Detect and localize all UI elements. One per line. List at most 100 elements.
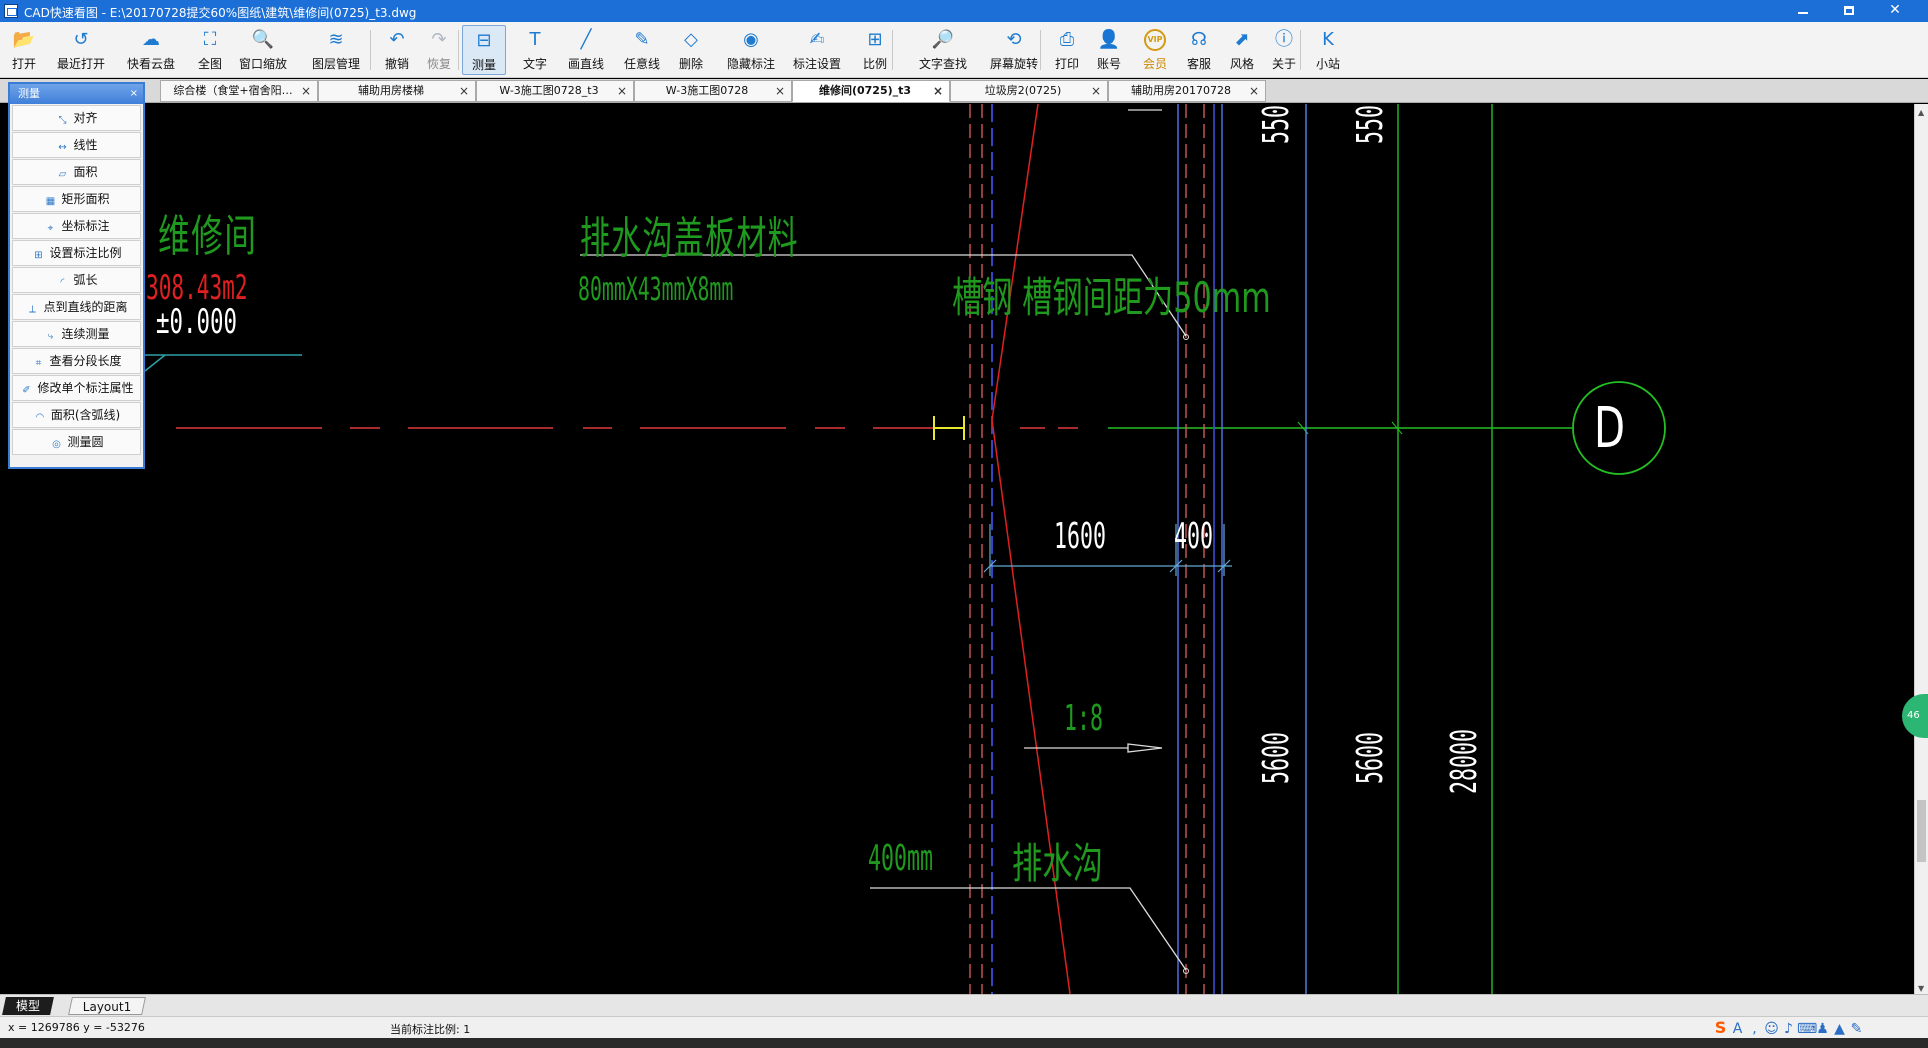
freehand-icon: ✎ [634, 29, 650, 50]
toolbar-button-5[interactable]: ≋ 图层管理 [300, 25, 372, 75]
measure-tool-edit-annotation[interactable]: ✐ 修改单个标注属性 [12, 375, 141, 401]
app-icon [4, 4, 18, 18]
measure-tool-set-scale[interactable]: ⊞ 设置标注比例 [12, 240, 141, 266]
toolbar-button-9[interactable]: T 文字 [512, 25, 558, 75]
ime-font-icon[interactable]: A [1729, 1018, 1746, 1040]
measure-tool-measure-circle[interactable]: ◎ 测量圆 [12, 429, 141, 455]
measure-panel: 测量 × ⤡ 对齐 ↔ 线性 ▱ 面积 ▦ 矩形面积 ⌖ 坐标标注 ⊞ 设置标注比例 ◜ 弧长 ⟂ 点到直线的… [8, 82, 145, 469]
document-tab[interactable]: W-3施工图0728 × [634, 80, 792, 102]
tab-close-icon[interactable]: × [301, 81, 311, 101]
document-tab-label: W-3施工图0728 [665, 84, 749, 97]
document-tab[interactable]: 辅助用房20170728 × [1108, 80, 1266, 102]
toolbar-button-24[interactable]: K 小站 [1306, 25, 1350, 75]
toolbar-button-8[interactable]: ⊟ 测量 [462, 25, 506, 75]
toolbar-button-10[interactable]: ╱ 画直线 [560, 25, 612, 75]
document-tab[interactable]: 垃圾房2(0725) × [950, 80, 1108, 102]
vertical-scrollbar[interactable]: ▲ ▼ [1914, 104, 1928, 994]
eraser-icon: ◇ [684, 29, 698, 50]
continuous-measure-icon: ⤷ [47, 331, 54, 342]
toolbar-button-22[interactable]: ⬈ 风格 [1220, 25, 1264, 75]
tab-close-icon[interactable]: × [1249, 81, 1259, 101]
tab-close-icon[interactable]: × [933, 81, 943, 101]
toolbar-button-label: 账号 [1096, 57, 1121, 71]
measure-tool-arc-length[interactable]: ◜ 弧长 [12, 267, 141, 293]
dim-5600-a-text: 5600 [1256, 731, 1297, 784]
dim-1600-text: 1600 [1054, 516, 1107, 557]
tab-close-icon[interactable]: × [1091, 81, 1101, 101]
toolbar-button-1[interactable]: ↺ 最近打开 [48, 25, 114, 75]
scroll-thumb[interactable] [1917, 800, 1926, 862]
scroll-down-icon[interactable]: ▼ [1918, 984, 1924, 993]
measure-tool-rect-area[interactable]: ▦ 矩形面积 [12, 186, 141, 212]
toolbar-button-16[interactable]: 🔎 文字查找 [904, 25, 982, 75]
ime-tools-icon[interactable]: ✎ [1848, 1018, 1865, 1040]
toolbar-button-label: 快看云盘 [126, 57, 175, 71]
tab-close-icon[interactable]: × [459, 81, 469, 101]
cursor-coordinates: x = 1269786 y = -53276 [8, 1021, 145, 1034]
scroll-up-icon[interactable]: ▲ [1918, 108, 1924, 117]
measure-tool-area-measure[interactable]: ▱ 面积 [12, 159, 141, 185]
tab-close-icon[interactable]: × [775, 81, 785, 101]
tab-model-label: 模型 [16, 999, 41, 1013]
document-tab[interactable]: 辅助用房楼梯 × [318, 80, 476, 102]
toolbar-button-3[interactable]: ⛶ 全图 [188, 25, 232, 75]
toolbar-button-0[interactable]: 📂 打开 [2, 25, 46, 75]
measure-tool-arc-area[interactable]: ◠ 面积(含弧线) [12, 402, 141, 428]
measure-panel-close-button[interactable]: × [130, 84, 138, 104]
coordinate-icon: ⌖ [47, 223, 54, 234]
toolbar-button-21[interactable]: ☊ 客服 [1176, 25, 1222, 75]
document-tab-label: 维修间(0725)_t3 [818, 84, 912, 97]
ime-voice-icon[interactable]: ♪ [1780, 1018, 1797, 1040]
ime-logo-icon[interactable]: S [1712, 1017, 1729, 1039]
linear-measure-icon: ↔ [58, 142, 67, 153]
toolbar-button-label: 风格 [1229, 57, 1254, 71]
cover-size-text: 80mmX43mmX8mm [578, 270, 734, 308]
measure-tool-align-measure[interactable]: ⤡ 对齐 [12, 105, 141, 131]
toolbar-button-13[interactable]: ◉ 隐藏标注 [718, 25, 784, 75]
ime-punct-icon[interactable]: , [1746, 1018, 1763, 1040]
print-icon: ⎙ [1059, 29, 1075, 50]
measure-tool-point-line-distance[interactable]: ⟂ 点到直线的距离 [12, 294, 141, 320]
measure-tool-segment-length[interactable]: ⌗ 查看分段长度 [12, 348, 141, 374]
measure-panel-header: 测量 × [10, 84, 143, 104]
axis-label-d: D [1594, 396, 1626, 461]
toolbar-button-18[interactable]: ⎙ 打印 [1046, 25, 1088, 75]
ime-user-icon[interactable]: ♟ [1814, 1018, 1831, 1040]
maximize-icon [1844, 6, 1854, 15]
measure-tool-coordinate[interactable]: ⌖ 坐标标注 [12, 213, 141, 239]
minimize-button[interactable] [1780, 0, 1826, 22]
document-tab[interactable]: 综合楼（食堂+宿舍阳… × [160, 80, 318, 102]
toolbar-button-label: 文字查找 [918, 57, 967, 71]
area-measure-icon: ▱ [58, 169, 67, 180]
measure-tool-continuous-measure[interactable]: ⤷ 连续测量 [12, 321, 141, 347]
measure-tool-label: 弧长 [73, 273, 98, 287]
ime-shirt-icon[interactable]: ▲ [1831, 1018, 1848, 1040]
toolbar-button-19[interactable]: 👤 账号 [1086, 25, 1132, 75]
toolbar-button-14[interactable]: ✍ 标注设置 [786, 25, 848, 75]
toolbar-button-11[interactable]: ✎ 任意线 [616, 25, 668, 75]
tab-close-icon[interactable]: × [617, 81, 627, 101]
toolbar-button-4[interactable]: 🔍 窗口缩放 [232, 25, 294, 75]
document-tab[interactable]: 维修间(0725)_t3 × [792, 80, 950, 102]
measure-tool-label: 查看分段长度 [49, 354, 122, 368]
toolbar-button-6[interactable]: ↶ 撤销 [378, 25, 416, 75]
toolbar-button-20[interactable]: VIP 会员 [1132, 25, 1178, 75]
measure-tool-linear-measure[interactable]: ↔ 线性 [12, 132, 141, 158]
elevation-leader [144, 354, 166, 372]
ime-emoji-icon[interactable]: ☺ [1763, 1018, 1780, 1040]
headset-icon: ☊ [1191, 29, 1207, 50]
toolbar-button-2[interactable]: ☁ 快看云盘 [118, 25, 184, 75]
main-toolbar: 📂 打开 ↺ 最近打开 ☁ 快看云盘 ⛶ 全图 🔍 窗口缩放 ≋ 图层管理 ↶ 撤销 ↷ 恢复 ⊟ 测量 T 文字 ╱ 画… [0, 22, 1928, 78]
toolbar-button-12[interactable]: ◇ 删除 [668, 25, 714, 75]
drawing-canvas[interactable]: 维修间 308.43m2 ±0.000 排水沟盖板材料 80mmX43mmX8m… [0, 104, 1914, 994]
tab-model[interactable]: 模型 [2, 997, 54, 1015]
cover-title-text: 排水沟盖板材料 [580, 213, 799, 264]
toolbar-button-7[interactable]: ↷ 恢复 [416, 25, 462, 75]
close-button[interactable]: ✕ [1872, 0, 1918, 22]
document-tab[interactable]: W-3施工图0728_t3 × [476, 80, 634, 102]
tab-layout1[interactable]: Layout1 [68, 997, 147, 1015]
ime-keyboard-icon[interactable]: ⌨ [1797, 1018, 1817, 1040]
recent-icon: ↺ [73, 29, 89, 50]
maximize-button[interactable] [1826, 0, 1872, 22]
measure-tool-label: 设置标注比例 [49, 246, 122, 260]
